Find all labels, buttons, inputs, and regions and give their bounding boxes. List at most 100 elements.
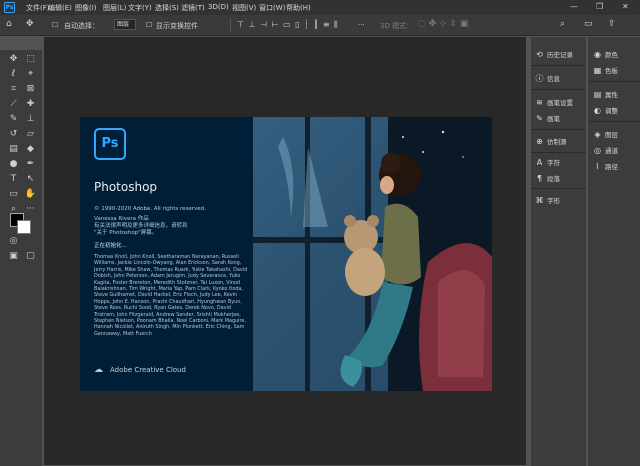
adjustments-icon: ◐ <box>594 106 601 115</box>
menu-image[interactable]: 图像(I) <box>75 3 97 13</box>
divider <box>588 121 640 122</box>
auto-select-dropdown[interactable]: 图层 <box>114 19 136 30</box>
photoshop-logo: Ps <box>94 128 126 160</box>
workspace-icon[interactable]: ▭ <box>584 19 593 29</box>
stamp-tool-icon[interactable]: ⊥ <box>24 113 37 126</box>
panel-channels[interactable]: ◎ 通道 <box>593 145 618 155</box>
loading-status: 正在初始化... <box>94 243 127 249</box>
panel-clone-source[interactable]: ⊕ 仿制源 <box>535 136 566 146</box>
panel-paths[interactable]: ⌇ 路径 <box>593 161 618 171</box>
background-color-swatch[interactable] <box>17 220 31 234</box>
search-icon[interactable]: ⌕ <box>560 19 565 29</box>
marquee-tool-icon[interactable]: ⬚ <box>24 53 37 66</box>
divider <box>531 89 586 90</box>
panel-character[interactable]: A 字符 <box>535 157 560 167</box>
menu-help[interactable]: 帮助(H) <box>286 3 311 13</box>
quick-mask-icon[interactable]: ◎ <box>7 235 20 248</box>
panel-brush-settings[interactable]: ≋ 画笔设置 <box>535 97 573 107</box>
eraser-tool-icon[interactable]: ▱ <box>24 128 37 141</box>
artist-credit: Vanessa Rivera 作品 <box>94 216 149 222</box>
menu-filter[interactable]: 滤镜(T) <box>181 3 205 13</box>
minimize-icon[interactable]: — <box>570 2 578 11</box>
character-icon: A <box>536 158 543 167</box>
photoshop-app-icon: Ps <box>4 2 15 13</box>
more-tools-icon[interactable]: ··· <box>24 203 37 216</box>
brush-icon: ✎ <box>536 114 543 123</box>
gradient-tool-icon[interactable]: ▤ <box>7 143 20 156</box>
rectangle-tool-icon[interactable]: ▭ <box>7 188 20 201</box>
hand-tool-icon[interactable]: ✋ <box>24 188 37 201</box>
panel-history[interactable]: ⟲ 历史记录 <box>535 49 573 59</box>
home-icon[interactable]: ⌂ <box>6 19 12 29</box>
info-icon: ⓘ <box>535 74 544 83</box>
screen-mode-icon[interactable]: ▣ <box>7 250 20 263</box>
menu-layer[interactable]: 图层(L) <box>103 3 126 13</box>
lasso-tool-icon[interactable]: ℓ <box>7 68 20 81</box>
quick-select-tool-icon[interactable]: ⌖ <box>24 68 37 81</box>
type-tool-icon[interactable]: T <box>7 173 20 186</box>
menu-edit[interactable]: 编辑(E) <box>48 3 72 13</box>
pen-tool-icon[interactable]: ✒ <box>24 158 37 171</box>
blur-tool-icon[interactable]: ◆ <box>24 143 37 156</box>
close-icon[interactable]: ✕ <box>622 2 629 11</box>
panel-layers[interactable]: ◈ 图层 <box>593 129 618 139</box>
divider <box>531 188 586 189</box>
panel-color[interactable]: ◉ 颜色 <box>593 49 618 59</box>
swatches-icon: ▦ <box>593 66 602 75</box>
panel-swatches[interactable]: ▦ 色板 <box>593 65 618 75</box>
tools-panel: ✥ ⬚ ℓ ⌖ ⌗ ⊠ ⟋ ✚ ✎ ⊥ ↺ ▱ ▤ ◆ ● ✒ T ↖ ▭ ✋ … <box>0 50 42 466</box>
paragraph-icon: ¶ <box>536 174 543 183</box>
frame-tool-icon[interactable]: ⊠ <box>24 83 37 96</box>
panel-properties[interactable]: ▤ 属性 <box>593 89 618 99</box>
align-distribute-icons[interactable]: ⊤ ⊥ ⊣ ⊢ ▭ ▯ ┊ ║ ≡ ⫼ <box>237 20 339 30</box>
panel-brushes[interactable]: ✎ 画笔 <box>535 113 560 123</box>
panel-paragraph[interactable]: ¶ 段落 <box>535 173 560 183</box>
legal-notice-line1: 有关法律声明及更多详细信息，请转到 <box>94 223 188 229</box>
menu-bar: Ps 文件(F) 编辑(E) 图像(I) 图层(L) 文字(Y) 选择(S) 滤… <box>0 0 640 15</box>
3d-orbit-icon[interactable]: ◌ ✤ ⊹ ⇳ ▣ <box>418 19 468 29</box>
panel-adjustments[interactable]: ◐ 调整 <box>593 105 618 115</box>
divider <box>531 65 586 66</box>
maximize-icon[interactable]: ❐ <box>596 2 603 11</box>
credits-text: Thomas Knoll, John Knoll, Seetharaman Na… <box>94 254 248 337</box>
eyedropper-tool-icon[interactable]: ⟋ <box>7 98 20 111</box>
move-tool-icon[interactable]: ✥ <box>26 19 34 29</box>
panel-glyphs[interactable]: ⌘ 字形 <box>535 195 561 205</box>
menu-file[interactable]: 文件(F) <box>26 3 50 13</box>
clone-source-icon: ⊕ <box>536 137 543 146</box>
move-tool-icon[interactable]: ✥ <box>7 53 20 66</box>
copyright-text: © 1990-2020 Adobe. All rights reserved. <box>94 206 206 212</box>
crop-tool-icon[interactable]: ⌗ <box>7 83 20 96</box>
divider <box>531 129 586 130</box>
panel-info[interactable]: ⓘ 信息 <box>535 73 561 84</box>
menu-3d[interactable]: 3D(D) <box>208 3 229 11</box>
menu-select[interactable]: 选择(S) <box>155 3 179 13</box>
paths-icon: ⌇ <box>595 162 600 171</box>
dodge-tool-icon[interactable]: ● <box>7 158 20 171</box>
path-select-tool-icon[interactable]: ↖ <box>24 173 37 186</box>
show-transform-checkbox[interactable]: ☐ <box>146 21 152 29</box>
history-brush-tool-icon[interactable]: ↺ <box>7 128 20 141</box>
artboard-icon[interactable]: ▢ <box>24 250 37 263</box>
history-icon: ⟲ <box>536 50 543 59</box>
healing-brush-tool-icon[interactable]: ✚ <box>24 98 37 111</box>
splash-artwork-illustration <box>253 117 492 391</box>
options-bar: ⌂ ✥ ☐ 自动选择： 图层 ☐ 显示变换控件 ⊤ ⊥ ⊣ ⊢ ▭ ▯ ┊ ║ … <box>0 15 640 36</box>
brush-tool-icon[interactable]: ✎ <box>7 113 20 126</box>
menu-window[interactable]: 窗口(W) <box>259 3 285 13</box>
menu-view[interactable]: 视图(V) <box>232 3 256 13</box>
divider <box>230 18 231 32</box>
3d-mode-label: 3D 模式： <box>380 22 414 30</box>
channels-icon: ◎ <box>594 146 601 155</box>
splash-screen: Ps Photoshop © 1990-2020 Adobe. All righ… <box>80 117 492 391</box>
menu-type[interactable]: 文字(Y) <box>128 3 152 13</box>
color-icon: ◉ <box>594 50 601 59</box>
divider <box>531 152 586 153</box>
more-options-button[interactable]: ··· <box>358 21 365 29</box>
legal-notice-line2: "关于 Photoshop"屏幕。 <box>94 230 158 236</box>
auto-select-label: 自动选择： <box>64 22 99 30</box>
creative-cloud-brand: Adobe Creative Cloud <box>110 366 186 374</box>
auto-select-checkbox[interactable]: ☐ <box>52 21 58 29</box>
share-icon[interactable]: ⇪ <box>608 19 616 29</box>
properties-icon: ▤ <box>593 90 602 99</box>
